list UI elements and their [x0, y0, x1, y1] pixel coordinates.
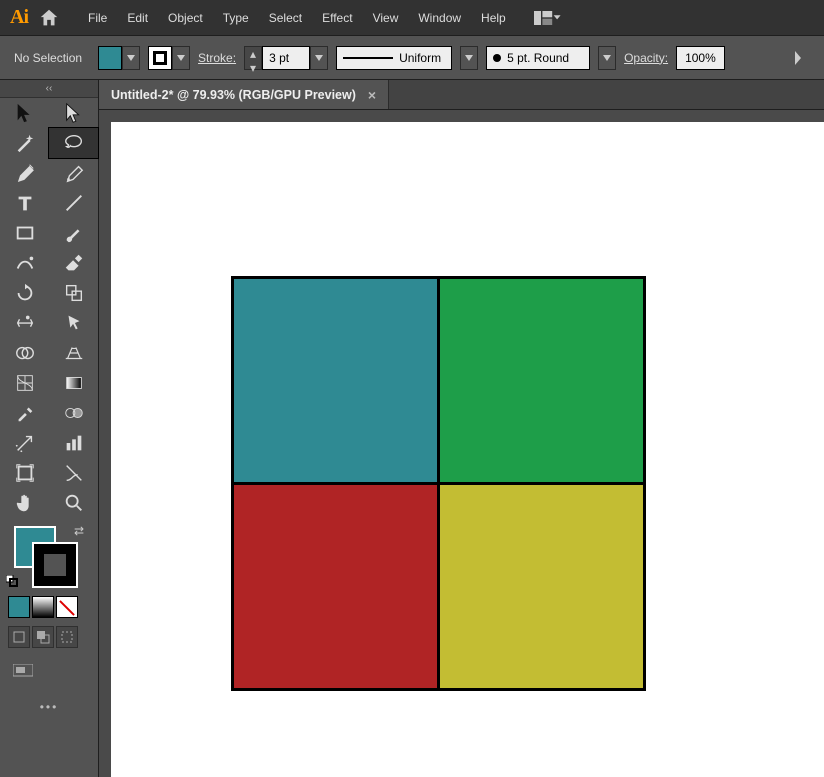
tool-zoom[interactable] [49, 488, 98, 518]
brush-dropdown[interactable] [598, 46, 616, 70]
default-fill-stroke-icon[interactable] [6, 575, 18, 590]
tool-eraser[interactable] [49, 248, 98, 278]
draw-behind-icon[interactable] [32, 626, 54, 648]
app-logo: Ai [10, 6, 28, 29]
menu-select[interactable]: Select [259, 7, 312, 29]
fill-dropdown[interactable] [122, 46, 140, 70]
tool-mesh[interactable] [0, 368, 49, 398]
fill-stroke-indicator: ⇄ [0, 518, 98, 592]
tool-curvature[interactable] [49, 158, 98, 188]
menu-help[interactable]: Help [471, 7, 516, 29]
stroke-swatch-group [148, 46, 190, 70]
tool-symbol-sprayer[interactable] [0, 428, 49, 458]
fill-swatch-group [98, 46, 140, 70]
draw-normal-icon[interactable] [8, 626, 30, 648]
artwork-rect-tl[interactable] [231, 276, 440, 485]
artboard [111, 122, 824, 777]
document-tab[interactable]: Untitled-2* @ 79.93% (RGB/GPU Preview) × [99, 80, 389, 109]
panel-collapse-toggle[interactable]: ‹‹ [0, 80, 98, 98]
home-icon[interactable] [38, 7, 60, 29]
fill-swatch[interactable] [98, 46, 122, 70]
spin-down-icon[interactable]: ▾ [245, 61, 261, 75]
draw-mode-row [0, 622, 98, 652]
tool-width[interactable] [0, 308, 49, 338]
stroke-swatch[interactable] [148, 46, 172, 70]
profile-line-icon [343, 57, 393, 59]
control-bar: No Selection Stroke: ▴▾ 3 pt Uniform 5 p… [0, 36, 824, 80]
tool-pen[interactable] [0, 158, 49, 188]
tool-magic-wand[interactable] [0, 128, 49, 158]
tool-line-segment[interactable] [49, 188, 98, 218]
artwork-rect-bl[interactable] [231, 482, 440, 691]
tool-hand[interactable] [0, 488, 49, 518]
tool-eyedropper[interactable] [0, 398, 49, 428]
tool-lasso[interactable] [49, 128, 98, 158]
color-mode-gradient[interactable] [32, 596, 54, 618]
opacity-field[interactable]: 100% [676, 46, 725, 70]
tool-gradient[interactable] [49, 368, 98, 398]
main-row: ‹‹ ⇄ ••• [0, 80, 824, 777]
document-tab-title: Untitled-2* @ 79.93% (RGB/GPU Preview) [111, 88, 356, 102]
menu-window[interactable]: Window [408, 7, 471, 29]
stroke-width-spinner[interactable]: ▴▾ 3 pt [244, 46, 328, 70]
tool-column-graph[interactable] [49, 428, 98, 458]
tool-rotate[interactable] [0, 278, 49, 308]
tools-panel: ‹‹ ⇄ ••• [0, 80, 99, 777]
tool-scale[interactable] [49, 278, 98, 308]
menu-type[interactable]: Type [213, 7, 259, 29]
stroke-width-dropdown[interactable] [310, 46, 328, 70]
color-mode-none[interactable] [56, 596, 78, 618]
menu-items: FileEditObjectTypeSelectEffectViewWindow… [78, 7, 516, 29]
artwork-rect-tr[interactable] [437, 276, 646, 485]
stroke-width-field[interactable]: 3 pt [262, 46, 310, 70]
menu-file[interactable]: File [78, 7, 117, 29]
variable-width-profile[interactable]: Uniform [336, 46, 452, 70]
color-mode-row [0, 592, 98, 622]
brush-label: 5 pt. Round [507, 51, 569, 65]
menu-effect[interactable]: Effect [312, 7, 362, 29]
brush-sample-icon [493, 54, 501, 62]
menu-bar: Ai FileEditObjectTypeSelectEffectViewWin… [0, 0, 824, 36]
spin-up-icon[interactable]: ▴ [245, 47, 261, 61]
edit-toolbar-button[interactable]: ••• [0, 690, 98, 724]
menu-view[interactable]: View [363, 7, 409, 29]
brush-definition[interactable]: 5 pt. Round [486, 46, 590, 70]
profile-dropdown[interactable] [460, 46, 478, 70]
tool-type[interactable] [0, 188, 49, 218]
tool-selection[interactable] [0, 98, 49, 128]
swap-fill-stroke-icon[interactable]: ⇄ [74, 524, 84, 538]
artwork-rect-br[interactable] [437, 482, 646, 691]
tool-slice[interactable] [49, 458, 98, 488]
opacity-label[interactable]: Opacity: [624, 51, 668, 65]
artwork-group [231, 276, 646, 691]
stroke-dropdown[interactable] [172, 46, 190, 70]
profile-label: Uniform [399, 51, 441, 65]
tool-shaper[interactable] [0, 248, 49, 278]
close-icon[interactable]: × [368, 87, 376, 103]
tool-paintbrush[interactable] [49, 218, 98, 248]
draw-inside-icon[interactable] [56, 626, 78, 648]
menu-edit[interactable]: Edit [117, 7, 158, 29]
tool-free-transform[interactable] [49, 308, 98, 338]
tool-shape-builder[interactable] [0, 338, 49, 368]
selection-status: No Selection [14, 51, 82, 65]
document-tab-bar: Untitled-2* @ 79.93% (RGB/GPU Preview) × [99, 80, 824, 110]
color-mode-solid[interactable] [8, 596, 30, 618]
tool-grid [0, 98, 98, 518]
tool-rectangle[interactable] [0, 218, 49, 248]
tool-perspective-grid[interactable] [49, 338, 98, 368]
screen-mode-icon[interactable] [8, 660, 38, 682]
tool-blend[interactable] [49, 398, 98, 428]
document-area: Untitled-2* @ 79.93% (RGB/GPU Preview) × [99, 80, 824, 777]
canvas[interactable] [99, 110, 824, 777]
stroke-indicator[interactable] [34, 544, 76, 586]
tool-direct-selection[interactable] [49, 98, 98, 128]
menu-object[interactable]: Object [158, 7, 213, 29]
tool-artboard[interactable] [0, 458, 49, 488]
stroke-label[interactable]: Stroke: [198, 51, 236, 65]
workspace-switcher[interactable] [534, 9, 562, 27]
controlbar-overflow[interactable] [786, 46, 810, 70]
